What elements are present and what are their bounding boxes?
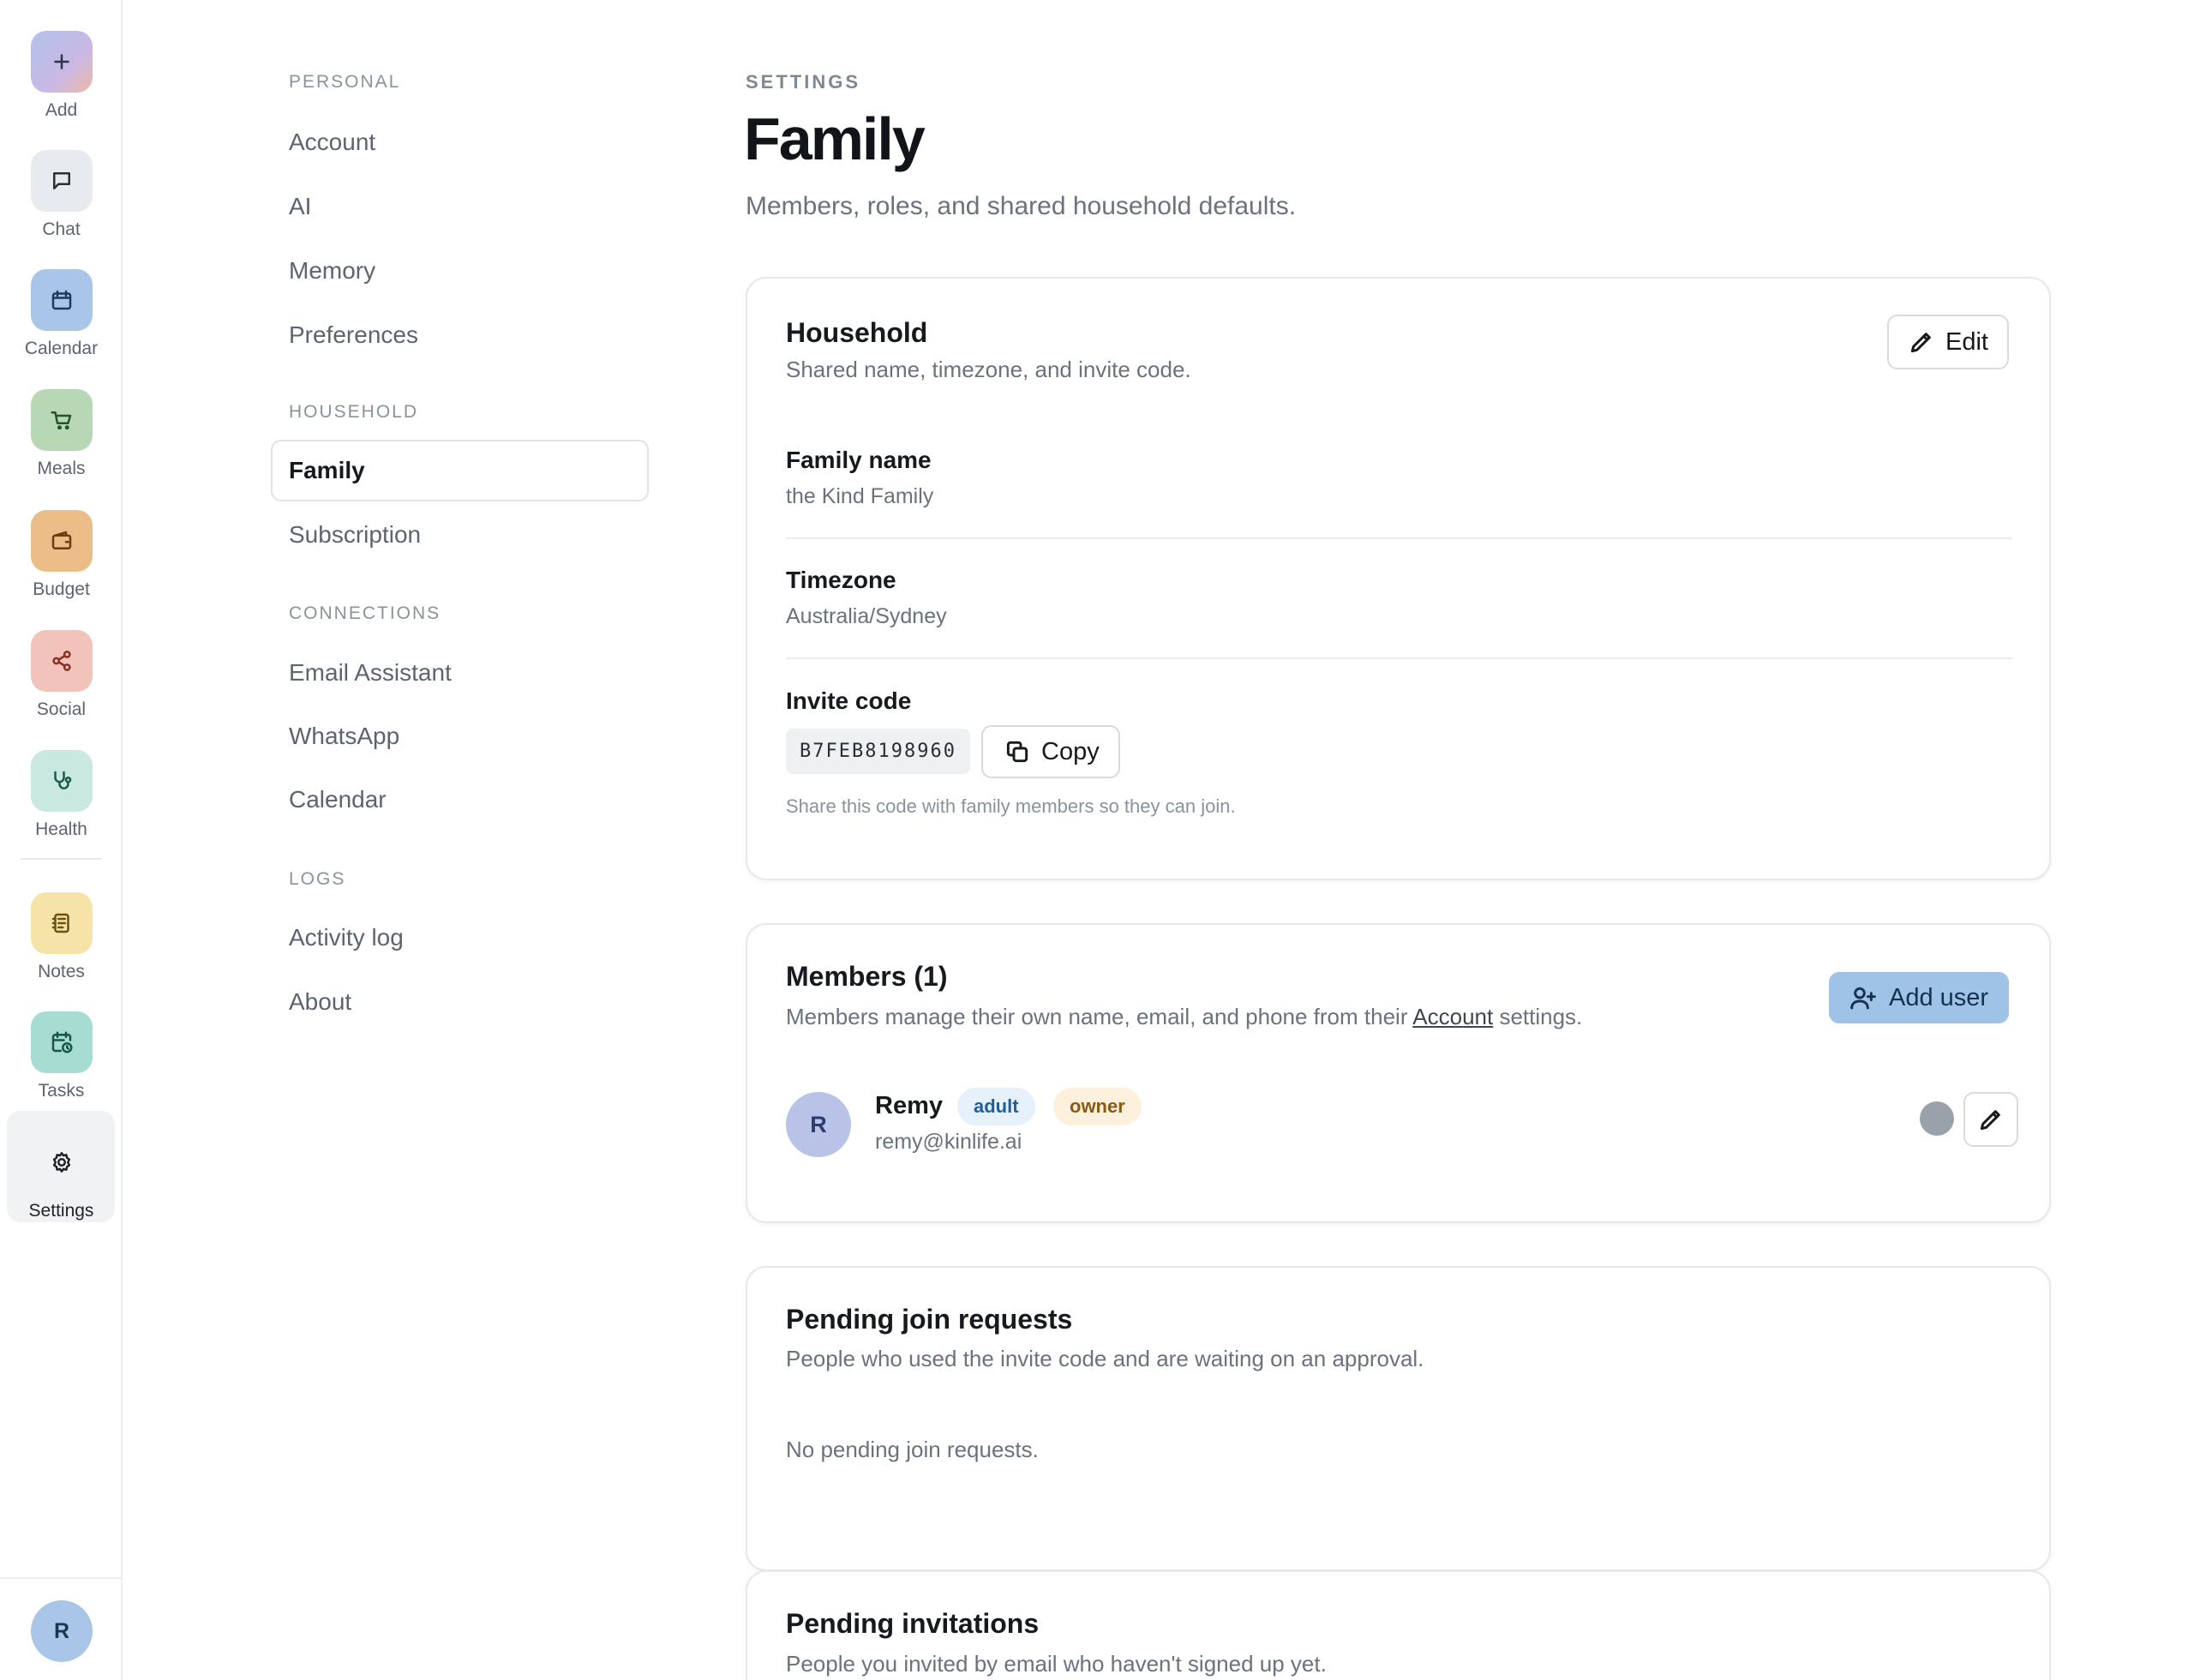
rail-item-add[interactable]: Add xyxy=(0,31,123,121)
nav-heading-logs: LOGS xyxy=(289,869,346,889)
household-subtitle: Shared name, timezone, and invite code. xyxy=(786,357,1191,382)
gear-icon xyxy=(30,1131,93,1193)
copy-label: Copy xyxy=(1041,737,1100,765)
divider xyxy=(786,657,2012,659)
pending-invitations-card: Pending invitations People you invited b… xyxy=(746,1570,2051,1680)
invite-code-label: Invite code xyxy=(786,687,912,714)
rail-item-notes[interactable]: Notes xyxy=(0,892,123,982)
nav-item-ai[interactable]: AI xyxy=(289,193,311,220)
members-subtitle-text: settings. xyxy=(1493,1004,1583,1029)
edit-label: Edit xyxy=(1945,327,1988,356)
plus-icon xyxy=(30,31,93,93)
cart-icon xyxy=(30,389,93,451)
chat-bubble-icon xyxy=(30,150,93,212)
invite-code: B7FEB8198960 xyxy=(786,729,970,774)
page-eyebrow: SETTINGS xyxy=(746,71,861,93)
members-title: Members (1) xyxy=(786,961,948,992)
add-user-label: Add user xyxy=(1889,983,1989,1011)
household-card: Household Shared name, timezone, and inv… xyxy=(746,277,2051,880)
nav-item-account[interactable]: Account xyxy=(289,129,375,156)
rail-item-health[interactable]: Health xyxy=(0,750,123,840)
pending-requests-card: Pending join requests People who used th… xyxy=(746,1266,2051,1571)
account-settings-link[interactable]: Account xyxy=(1412,1004,1493,1029)
rail-label: Notes xyxy=(38,962,85,981)
edit-member-button[interactable] xyxy=(1963,1092,2018,1147)
rail-label: Settings xyxy=(28,1201,94,1221)
rail-label: Social xyxy=(36,699,87,719)
member-name: Remy xyxy=(875,1092,943,1119)
pencil-icon xyxy=(1910,333,1931,353)
rail-label: Chat xyxy=(42,219,81,239)
rail-item-calendar[interactable]: Calendar xyxy=(0,269,123,359)
role-badge-owner: owner xyxy=(1053,1088,1142,1125)
rail-divider xyxy=(21,858,101,860)
rail-label: Meals xyxy=(37,459,86,478)
member-email: remy@kinlife.ai xyxy=(875,1130,1022,1154)
nav-item-calendar[interactable]: Calendar xyxy=(289,786,387,813)
pending-requests-title: Pending join requests xyxy=(786,1304,1073,1335)
timezone-value: Australia/Sydney xyxy=(786,604,947,628)
calendar-clock-icon xyxy=(30,1011,93,1073)
stethoscope-icon xyxy=(30,750,93,812)
add-user-button[interactable]: Add user xyxy=(1829,972,2010,1023)
page-subtitle: Members, roles, and shared household def… xyxy=(746,192,1297,220)
rail-item-social[interactable]: Social xyxy=(0,630,123,720)
invite-hint: Share this code with family members so t… xyxy=(786,795,1236,817)
rail-label: Health xyxy=(35,819,87,839)
nav-item-memory[interactable]: Memory xyxy=(289,257,375,285)
family-name-label: Family name xyxy=(786,447,932,473)
rail-item-meals[interactable]: Meals xyxy=(0,389,123,479)
rail-bottom-divider xyxy=(0,1577,123,1579)
rail-label: Tasks xyxy=(38,1081,85,1101)
family-name-value: the Kind Family xyxy=(786,484,934,508)
edit-household-button[interactable]: Edit xyxy=(1887,315,2009,369)
timezone-label: Timezone xyxy=(786,567,896,593)
copy-icon xyxy=(1006,741,1028,763)
pencil-icon xyxy=(1980,1110,2000,1131)
rail-item-budget[interactable]: Budget xyxy=(0,510,123,600)
copy-invite-code-button[interactable]: Copy xyxy=(981,725,1120,778)
nav-item-preferences[interactable]: Preferences xyxy=(289,321,418,349)
calendar-icon xyxy=(30,269,93,331)
rail-item-settings[interactable]: Settings xyxy=(0,1131,123,1221)
rail-label: Add xyxy=(45,100,78,120)
nav-item-activity-log[interactable]: Activity log xyxy=(289,924,404,951)
pending-requests-empty: No pending join requests. xyxy=(786,1437,1039,1462)
rail-label: Budget xyxy=(33,579,90,599)
rail-item-chat[interactable]: Chat xyxy=(0,150,123,240)
pending-invitations-subtitle: People you invited by email who haven't … xyxy=(786,1651,1327,1677)
wallet-icon xyxy=(30,510,93,572)
divider xyxy=(786,537,2012,539)
members-subtitle: Members manage their own name, email, an… xyxy=(786,1004,1582,1030)
rail-label: Calendar xyxy=(24,339,99,358)
nav-item-label: Family xyxy=(289,457,365,483)
members-subtitle-text: Members manage their own name, email, an… xyxy=(786,1004,1413,1029)
page-title: Family xyxy=(744,105,926,172)
nav-heading-household: HOUSEHOLD xyxy=(289,402,419,422)
app-rail: Add Chat Calendar Meals Budget Social He… xyxy=(0,0,123,1680)
pending-invitations-title: Pending invitations xyxy=(786,1608,1040,1639)
nav-item-whatsapp[interactable]: WhatsApp xyxy=(289,723,399,750)
nav-heading-personal: PERSONAL xyxy=(289,72,401,92)
pending-requests-subtitle: People who used the invite code and are … xyxy=(786,1346,1424,1371)
member-avatar: R xyxy=(786,1092,851,1157)
user-avatar[interactable]: R xyxy=(31,1600,93,1662)
nav-item-family[interactable]: Family xyxy=(271,440,649,501)
members-card: Members (1) Members manage their own nam… xyxy=(746,923,2051,1223)
nav-heading-connections: CONNECTIONS xyxy=(289,603,441,623)
rail-item-tasks[interactable]: Tasks xyxy=(0,1011,123,1101)
role-badge-adult: adult xyxy=(957,1088,1035,1125)
member-status-dot xyxy=(1920,1101,1954,1136)
nav-item-about[interactable]: About xyxy=(289,988,351,1016)
notebook-icon xyxy=(30,892,93,954)
household-title: Household xyxy=(786,317,928,348)
share-icon xyxy=(30,630,93,692)
nav-item-subscription[interactable]: Subscription xyxy=(289,521,421,549)
nav-item-email-assistant[interactable]: Email Assistant xyxy=(289,659,452,687)
user-plus-icon xyxy=(1850,987,1876,1010)
